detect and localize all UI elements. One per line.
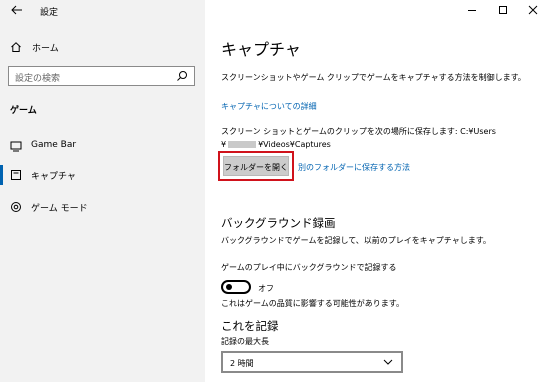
- bg-recording-toggle[interactable]: [221, 280, 251, 294]
- max-length-select[interactable]: 2 時間: [221, 351, 403, 373]
- max-length-label: 記録の最大長: [221, 337, 269, 346]
- toggle-knob: [226, 284, 232, 290]
- bg-recording-note: これはゲームの品質に影響する可能性があります。: [221, 299, 404, 308]
- bg-recording-title: バックグラウンド録画: [221, 216, 336, 230]
- save-location-text: スクリーン ショットとゲームのクリップを次の場所に保存します: C:¥Users…: [221, 125, 541, 151]
- home-icon: [11, 42, 21, 52]
- sidebar-item-game-mode[interactable]: ゲーム モード: [0, 197, 205, 217]
- page-title: キャプチャ: [221, 40, 301, 59]
- sidebar-item-label: Game Bar: [31, 140, 77, 150]
- search-input[interactable]: 設定の検索: [8, 66, 195, 86]
- other-folder-link[interactable]: 別のフォルダーに保存する方法: [298, 162, 410, 173]
- sidebar-item-home[interactable]: ホーム: [10, 40, 59, 54]
- chevron-down-icon: [383, 359, 393, 365]
- capture-details-link[interactable]: キャプチャについての詳細: [221, 101, 317, 112]
- game-bar-icon: [10, 141, 22, 152]
- toggle-state-label: オフ: [258, 284, 274, 293]
- sidebar-item-label: ゲーム モード: [31, 204, 88, 214]
- highlight-frame: フォルダーを開く: [218, 151, 294, 181]
- save-location-suffix: ¥Videos¥Captures: [258, 140, 331, 149]
- save-location-prefix: ¥: [221, 140, 227, 149]
- open-folder-button[interactable]: フォルダーを開く: [223, 156, 289, 176]
- sidebar-section-title: ゲーム: [10, 106, 37, 116]
- save-location-line1: スクリーン ショットとゲームのクリップを次の場所に保存します: C:¥Users: [221, 127, 496, 136]
- sidebar: ホーム 設定の検索 ゲーム Game Bar キャプチャ ゲーム モード: [0, 0, 205, 382]
- back-arrow-icon[interactable]: [10, 3, 24, 17]
- record-section-title: これを記録: [221, 319, 279, 333]
- sidebar-item-label: キャプチャ: [31, 172, 76, 182]
- window-title: 設定: [40, 8, 59, 18]
- bg-recording-toggle-label: ゲームのプレイ中にバックグラウンドで記録する: [221, 263, 397, 272]
- search-icon[interactable]: [176, 70, 188, 82]
- game-mode-icon: [11, 202, 21, 212]
- redacted-username: [228, 141, 257, 148]
- bg-recording-description: バックグラウンドでゲームを記録して、以前のプレイをキャプチャします。: [221, 236, 491, 245]
- page-description: スクリーンショットやゲーム クリップでゲームをキャプチャする方法を制御します。: [221, 73, 526, 82]
- max-length-value: 2 時間: [230, 359, 254, 368]
- sidebar-item-capture[interactable]: キャプチャ: [0, 165, 205, 185]
- search-placeholder: 設定の検索: [15, 74, 61, 84]
- sidebar-item-game-bar[interactable]: Game Bar: [0, 136, 205, 156]
- open-folder-label: フォルダーを開く: [224, 163, 288, 172]
- active-indicator: [0, 165, 3, 185]
- capture-icon: [11, 170, 21, 180]
- sidebar-item-label: ホーム: [32, 43, 59, 54]
- main-content: キャプチャ スクリーンショットやゲーム クリップでゲームをキャプチャする方法を制…: [205, 0, 550, 382]
